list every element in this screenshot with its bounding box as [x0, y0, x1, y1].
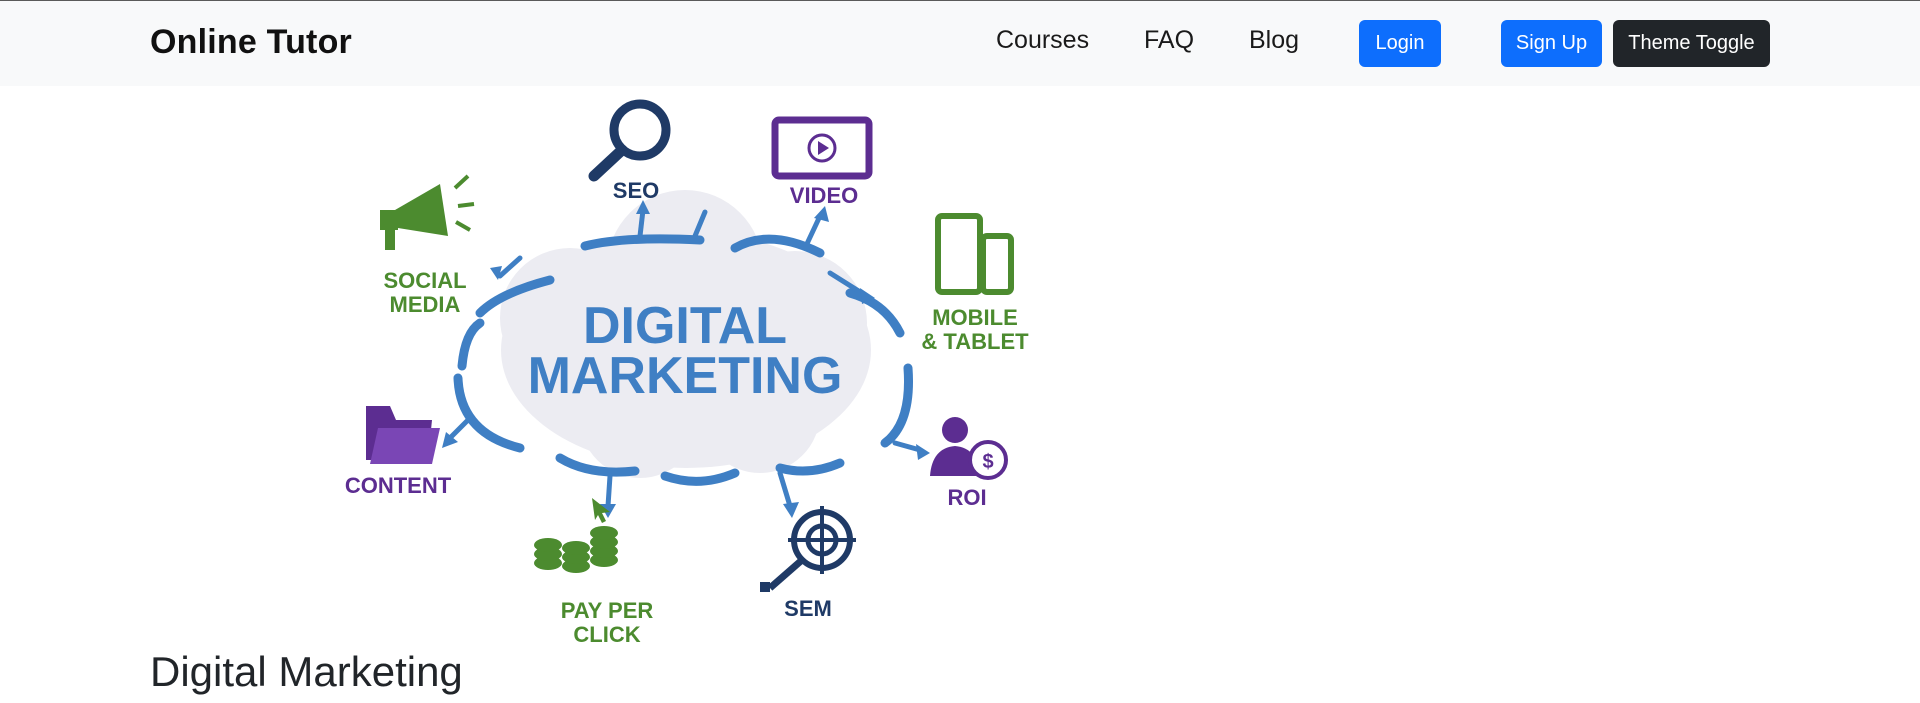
video-icon [771, 116, 873, 180]
content-label: CONTENT [345, 473, 452, 498]
roi-label: ROI [947, 485, 986, 510]
seo-label: SEO [613, 178, 659, 203]
pay-per-click-label-2: CLICK [573, 622, 640, 647]
folder-icon [366, 406, 440, 464]
social-media-label-1: SOCIAL [383, 268, 466, 293]
coins-icon [534, 498, 618, 573]
tablet-icon [935, 213, 1014, 295]
pay-per-click-label-1: PAY PER [561, 598, 654, 623]
digital-marketing-hero-image: DIGITAL MARKETING SEO VIDEO SOCIAL MEDIA [340, 88, 1040, 660]
target-key-icon [760, 506, 856, 592]
svg-text:$: $ [982, 451, 993, 473]
mobile-tablet-label-1: MOBILE [932, 305, 1018, 330]
nav-link-courses[interactable]: Courses [996, 26, 1089, 55]
sign-up-button[interactable]: Sign Up [1501, 20, 1602, 67]
brand-logo[interactable]: Online Tutor [150, 23, 352, 62]
login-button[interactable]: Login [1359, 20, 1441, 67]
theme-toggle-button[interactable]: Theme Toggle [1613, 20, 1770, 67]
nav-link-blog[interactable]: Blog [1249, 26, 1299, 55]
magnifier-icon [588, 99, 671, 182]
hero-center-title-2: MARKETING [528, 347, 843, 405]
social-media-label-2: MEDIA [390, 292, 461, 317]
section-title: Digital Marketing [150, 648, 463, 695]
mobile-tablet-label-2: & TABLET [921, 329, 1029, 354]
top-navbar: Online Tutor Courses FAQ Blog Login Sign… [0, 0, 1920, 86]
nav-link-faq[interactable]: FAQ [1144, 26, 1194, 55]
roi-icon: $ [930, 417, 1008, 480]
sem-label: SEM [784, 596, 832, 621]
video-label: VIDEO [790, 183, 858, 208]
megaphone-icon [380, 174, 475, 250]
